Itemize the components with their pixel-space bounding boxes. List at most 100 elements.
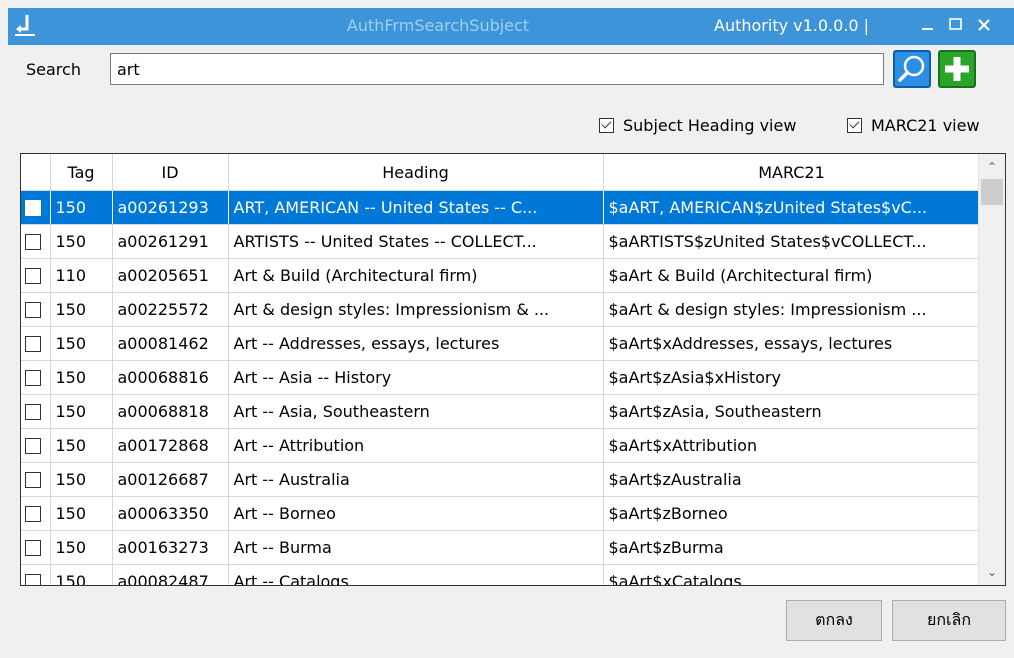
- marc21-cell[interactable]: $aArt$zBorneo: [603, 496, 981, 531]
- row-select-cell[interactable]: [21, 428, 51, 463]
- table-row[interactable]: 150 a00172868 Art -- Attribution $aArt$xAtt…: [21, 428, 981, 463]
- id-cell[interactable]: a00163273: [112, 530, 229, 565]
- tag-cell[interactable]: 150: [50, 564, 113, 585]
- table-row[interactable]: 150 a00068818 Art -- Asia, Southeastern $aA…: [21, 394, 981, 429]
- table-row[interactable]: 150 a00163273 Art -- Burma $aArt$zBurma: [21, 530, 981, 565]
- ok-button[interactable]: ตกลง: [786, 600, 882, 641]
- results-grid[interactable]: Tag ID Heading MARC21 150 a00261293 ART, A…: [20, 153, 1006, 586]
- tag-cell[interactable]: 150: [50, 496, 113, 531]
- heading-cell[interactable]: Art -- Borneo: [228, 496, 604, 531]
- column-header-marc21[interactable]: MARC21: [603, 154, 981, 191]
- table-row[interactable]: 150 a00126687 Art -- Australia $aArt$zAustr…: [21, 462, 981, 497]
- row-checkbox[interactable]: [25, 301, 41, 318]
- cancel-button[interactable]: ยกเลิก: [892, 600, 1006, 641]
- row-select-cell[interactable]: [21, 496, 51, 531]
- row-select-cell[interactable]: [21, 530, 51, 565]
- search-button[interactable]: [893, 50, 931, 88]
- chevron-up-icon[interactable]: ⌃: [979, 156, 1005, 178]
- table-row[interactable]: 150 a00261291 ARTISTS -- United States -- …: [21, 224, 981, 259]
- row-checkbox[interactable]: [25, 539, 41, 556]
- marc21-cell[interactable]: $aArt$zAsia$xHistory: [603, 360, 981, 395]
- column-header-select[interactable]: [21, 154, 51, 191]
- id-cell[interactable]: a00126687: [112, 462, 229, 497]
- id-cell[interactable]: a00225572: [112, 292, 229, 327]
- heading-cell[interactable]: Art -- Attribution: [228, 428, 604, 463]
- table-row[interactable]: 150 a00261293 ART, AMERICAN -- United Stat…: [21, 190, 981, 225]
- id-cell[interactable]: a00082487: [112, 564, 229, 585]
- heading-cell[interactable]: Art & Build (Architectural firm): [228, 258, 604, 293]
- tag-cell[interactable]: 150: [50, 428, 113, 463]
- id-cell[interactable]: a00261293: [112, 190, 229, 225]
- marc21-cell[interactable]: $aArt$zAustralia: [603, 462, 981, 497]
- vertical-scrollbar[interactable]: ⌃ ⌄: [978, 154, 1005, 585]
- row-select-cell[interactable]: [21, 394, 51, 429]
- marc21-cell[interactable]: $aArt$xAddresses, essays, lectures: [603, 326, 981, 361]
- heading-cell[interactable]: Art -- Asia -- History: [228, 360, 604, 395]
- row-checkbox[interactable]: [25, 573, 41, 585]
- row-checkbox[interactable]: [25, 199, 41, 216]
- marc21-cell[interactable]: $aArt$xAttribution: [603, 428, 981, 463]
- tag-cell[interactable]: 150: [50, 530, 113, 565]
- marc21-cell[interactable]: $aArt$zAsia, Southeastern: [603, 394, 981, 429]
- row-select-cell[interactable]: [21, 292, 51, 327]
- column-header-tag[interactable]: Tag: [50, 154, 113, 191]
- row-checkbox[interactable]: [25, 505, 41, 522]
- row-select-cell[interactable]: [21, 326, 51, 361]
- heading-cell[interactable]: Art -- Asia, Southeastern: [228, 394, 604, 429]
- maximize-icon[interactable]: [946, 15, 966, 35]
- tag-cell[interactable]: 150: [50, 462, 113, 497]
- row-checkbox[interactable]: [25, 471, 41, 488]
- id-cell[interactable]: a00081462: [112, 326, 229, 361]
- scroll-thumb[interactable]: [981, 179, 1003, 205]
- marc21-cell[interactable]: $aArt$zBurma: [603, 530, 981, 565]
- heading-cell[interactable]: Art & design styles: Impressionism & ...: [228, 292, 604, 327]
- table-row[interactable]: 150 a00081462 Art -- Addresses, essays, le…: [21, 326, 981, 361]
- column-header-id[interactable]: ID: [112, 154, 229, 191]
- row-select-cell[interactable]: [21, 258, 51, 293]
- tag-cell[interactable]: 150: [50, 190, 113, 225]
- marc21-cell[interactable]: $aArt & Build (Architectural firm): [603, 258, 981, 293]
- id-cell[interactable]: a00068818: [112, 394, 229, 429]
- row-select-cell[interactable]: [21, 360, 51, 395]
- heading-cell[interactable]: ART, AMERICAN -- United States -- C...: [228, 190, 604, 225]
- table-row[interactable]: 150 a00068816 Art -- Asia -- History $aArt$…: [21, 360, 981, 395]
- row-checkbox[interactable]: [25, 233, 41, 250]
- row-checkbox[interactable]: [25, 267, 41, 284]
- id-cell[interactable]: a00068816: [112, 360, 229, 395]
- marc21-view-checkbox[interactable]: MARC21 view: [847, 115, 980, 135]
- add-button[interactable]: [938, 50, 976, 88]
- row-select-cell[interactable]: [21, 190, 51, 225]
- heading-cell[interactable]: Art -- Catalogs: [228, 564, 604, 585]
- id-cell[interactable]: a00172868: [112, 428, 229, 463]
- id-cell[interactable]: a00205651: [112, 258, 229, 293]
- marc21-cell[interactable]: $aARTISTS$zUnited States$vCOLLECT...: [603, 224, 981, 259]
- subject-heading-view-checkbox[interactable]: Subject Heading view: [599, 115, 796, 135]
- minimize-icon[interactable]: [918, 15, 938, 35]
- heading-cell[interactable]: Art -- Addresses, essays, lectures: [228, 326, 604, 361]
- checkbox-checked[interactable]: [847, 117, 862, 133]
- checkbox-checked[interactable]: [599, 117, 614, 133]
- heading-cell[interactable]: ARTISTS -- United States -- COLLECT...: [228, 224, 604, 259]
- column-header-heading[interactable]: Heading: [228, 154, 604, 191]
- row-checkbox[interactable]: [25, 403, 41, 420]
- tag-cell[interactable]: 150: [50, 326, 113, 361]
- id-cell[interactable]: a00063350: [112, 496, 229, 531]
- tag-cell[interactable]: 150: [50, 292, 113, 327]
- heading-cell[interactable]: Art -- Burma: [228, 530, 604, 565]
- row-checkbox[interactable]: [25, 437, 41, 454]
- marc21-cell[interactable]: $aArt$xCatalogs: [603, 564, 981, 585]
- marc21-cell[interactable]: $aART, AMERICAN$zUnited States$vC...: [603, 190, 981, 225]
- search-input[interactable]: [110, 53, 884, 85]
- table-row[interactable]: 110 a00205651 Art & Build (Architectural f…: [21, 258, 981, 293]
- marc21-cell[interactable]: $aArt & design styles: Impressionism ...: [603, 292, 981, 327]
- tag-cell[interactable]: 150: [50, 224, 113, 259]
- heading-cell[interactable]: Art -- Australia: [228, 462, 604, 497]
- row-checkbox[interactable]: [25, 335, 41, 352]
- tag-cell[interactable]: 110: [50, 258, 113, 293]
- row-select-cell[interactable]: [21, 462, 51, 497]
- row-select-cell[interactable]: [21, 224, 51, 259]
- tag-cell[interactable]: 150: [50, 394, 113, 429]
- id-cell[interactable]: a00261291: [112, 224, 229, 259]
- table-row[interactable]: 150 a00063350 Art -- Borneo $aArt$zBorneo: [21, 496, 981, 531]
- tag-cell[interactable]: 150: [50, 360, 113, 395]
